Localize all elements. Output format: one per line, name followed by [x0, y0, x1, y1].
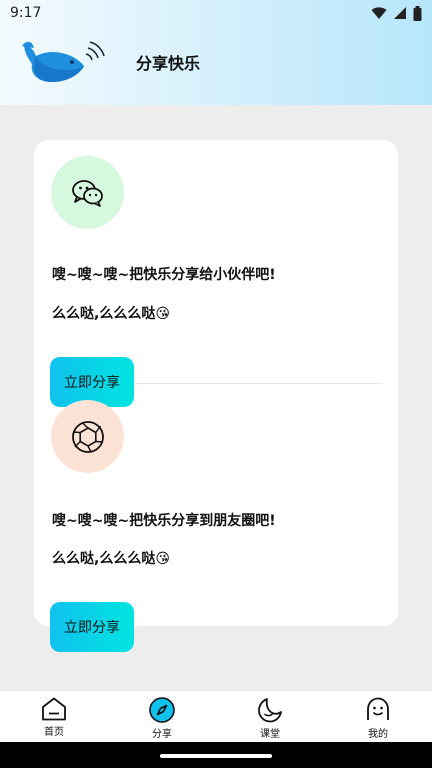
battery-icon	[413, 5, 422, 21]
nav-item-share[interactable]: 分享	[132, 697, 192, 740]
nav-label: 分享	[152, 729, 172, 740]
nav-label: 首页	[44, 727, 64, 738]
wifi-icon	[371, 7, 387, 19]
home-icon	[42, 697, 66, 721]
home-indicator[interactable]	[160, 754, 272, 758]
divider	[134, 383, 382, 384]
bottom-nav: 首页 分享 课堂 我的	[0, 690, 432, 742]
profile-icon	[367, 697, 389, 720]
share-text-line1: 嗖~嗖~嗖~把快乐分享给小伙伴吧!	[52, 267, 276, 283]
status-icons	[371, 5, 422, 21]
wechat-icon	[71, 179, 103, 207]
nav-item-home[interactable]: 首页	[24, 697, 84, 738]
page-title: 分享快乐	[136, 54, 201, 73]
status-time: 9:17	[10, 5, 42, 21]
moments-share-circle[interactable]	[51, 400, 124, 473]
camera-aperture-icon	[71, 420, 104, 453]
share-text-line2: 么么哒,么么么哒😘	[52, 306, 170, 322]
nav-label: 我的	[368, 729, 388, 740]
nav-item-classroom[interactable]: 课堂	[240, 697, 300, 740]
share-text-line2: 么么哒,么么么哒😘	[52, 551, 170, 567]
nav-item-mine[interactable]: 我的	[348, 697, 408, 740]
share-text-line1: 嗖~嗖~嗖~把快乐分享到朋友圈吧!	[52, 513, 276, 529]
nav-label: 课堂	[260, 729, 280, 740]
compass-icon	[149, 697, 175, 723]
signal-icon	[394, 7, 406, 19]
status-bar: 9:17	[0, 0, 432, 26]
moon-icon	[258, 698, 282, 723]
whale-logo	[22, 41, 105, 82]
wechat-share-circle[interactable]	[51, 156, 124, 229]
share-now-button[interactable]: 立即分享	[50, 602, 134, 652]
